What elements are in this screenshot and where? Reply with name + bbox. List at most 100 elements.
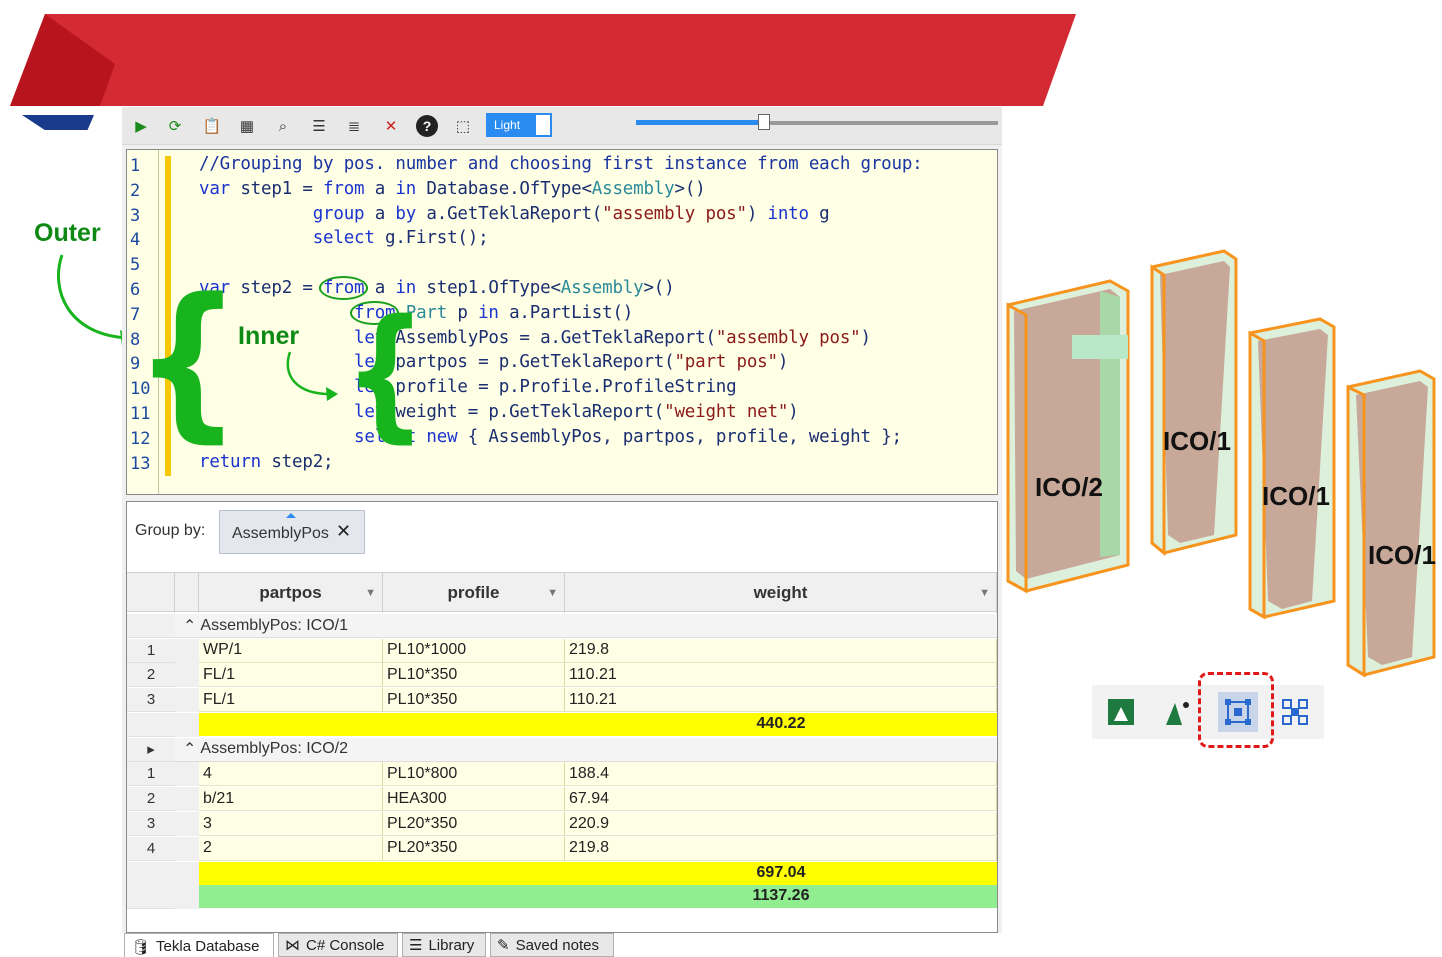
format-icon[interactable]: ≣	[343, 115, 365, 137]
part-view-icon[interactable]	[1104, 695, 1138, 729]
group-by-bar: Group by: AssemblyPos ✕	[127, 502, 997, 570]
code-token: in	[478, 302, 499, 323]
table-cell[interactable]: 4	[199, 762, 383, 787]
table-cell[interactable]: FL/1	[199, 663, 383, 688]
code-line[interactable]: let AssemblyPos = a.GetTeklaReport("asse…	[199, 328, 871, 348]
table-cell[interactable]: 219.8	[565, 638, 997, 663]
table-cell[interactable]: PL10*350	[383, 663, 565, 688]
assembly-ico2[interactable]	[1006, 279, 1130, 594]
theme-toggle-box[interactable]	[536, 113, 552, 137]
run-icon[interactable]: ▶	[130, 115, 152, 137]
indent-icon[interactable]: ☰	[308, 115, 330, 137]
table-cell[interactable]: PL10*350	[383, 688, 565, 713]
table-cell[interactable]: 2	[199, 836, 383, 861]
table-cell[interactable]: 188.4	[565, 762, 997, 787]
code-token: g	[808, 203, 830, 224]
table-row[interactable]: 4 2 PL20*350 219.8	[127, 836, 997, 861]
code-token: var	[199, 178, 231, 199]
filter-icon[interactable]: ▼	[547, 587, 558, 599]
table-cell[interactable]: PL10*800	[383, 762, 565, 787]
code-line[interactable]: //Grouping by pos. number and choosing f…	[199, 154, 923, 174]
table-cell[interactable]: 219.8	[565, 836, 997, 861]
table-cell[interactable]: PL20*350	[383, 812, 565, 836]
table-cell[interactable]: WP/1	[199, 638, 383, 663]
table-icon[interactable]: ▦	[236, 115, 258, 137]
assembly-nodes-icon[interactable]	[1278, 695, 1312, 729]
tab-saved-notes[interactable]: ✎ Saved notes	[490, 933, 614, 957]
table-row[interactable]: 1 WP/1 PL10*1000 219.8	[127, 638, 997, 663]
row-header	[127, 861, 175, 886]
refresh-icon[interactable]: ⟳	[164, 115, 186, 137]
group-row[interactable]: ▸ ⌃ AssemblyPos: ICO/2	[127, 737, 997, 762]
part-point-icon[interactable]	[1160, 695, 1194, 729]
chevron-up-icon[interactable]: ⌃	[183, 739, 196, 759]
table-cell[interactable]: FL/1	[199, 688, 383, 713]
table-cell[interactable]: HEA300	[383, 787, 565, 812]
code-line[interactable]: group a by a.GetTeklaReport("assembly po…	[199, 204, 830, 224]
tab-tekla-database[interactable]: 🛢 Tekla Database	[124, 933, 274, 957]
group-by-chip[interactable]: AssemblyPos ✕	[219, 510, 365, 554]
table-row[interactable]: 2 FL/1 PL10*350 110.21	[127, 663, 997, 688]
assembly-views	[1006, 249, 1436, 678]
find-icon[interactable]: ⌕	[272, 115, 294, 137]
code-line[interactable]: let profile = p.Profile.ProfileString	[199, 377, 737, 397]
assembly-ico1-b[interactable]	[1248, 317, 1336, 620]
code-line[interactable]: select g.First();	[199, 228, 489, 249]
filter-icon[interactable]: ▼	[365, 587, 376, 599]
code-token: from	[323, 178, 365, 199]
tab-library[interactable]: ☰ Library	[402, 933, 486, 957]
assembly-ico1-a[interactable]	[1150, 249, 1238, 557]
code-line[interactable]: let weight = p.GetTeklaReport("weight ne…	[199, 402, 799, 422]
help-icon[interactable]: ?	[416, 115, 438, 137]
code-token: a.PartList()	[498, 302, 634, 323]
group-row[interactable]: ⌃ AssemblyPos: ICO/1	[127, 614, 997, 638]
banner-red-shape	[10, 14, 1076, 106]
tab-csharp-console[interactable]: ⋈ C# Console	[278, 933, 398, 957]
filter-icon[interactable]: ▼	[979, 587, 990, 599]
results-grid: Group by: AssemblyPos ✕ partpos ▼ profile…	[126, 501, 998, 933]
table-cell[interactable]: 220.9	[565, 812, 997, 836]
table-cell[interactable]: 67.94	[565, 787, 997, 812]
assembly-label: ICO/1	[1163, 426, 1231, 456]
zoom-slider-thumb[interactable]	[758, 114, 770, 130]
group-by-label: Group by:	[135, 522, 206, 539]
theme-toggle[interactable]: Light	[486, 113, 536, 137]
group-title[interactable]: ⌃ AssemblyPos: ICO/2	[175, 737, 997, 762]
table-cell[interactable]: 110.21	[565, 688, 997, 713]
table-cell[interactable]: PL20*350	[383, 836, 565, 861]
assembly-ico1-c[interactable]	[1346, 369, 1436, 678]
column-header-partpos[interactable]: partpos ▼	[199, 573, 383, 613]
table-row[interactable]: 3 3 PL20*350 220.9	[127, 812, 997, 836]
code-token: g.First();	[374, 228, 489, 249]
table-row[interactable]: 3 FL/1 PL10*350 110.21	[127, 688, 997, 713]
visual-studio-icon: ⋈	[285, 937, 300, 954]
code-line[interactable]: var step1 = from a in Database.OfType<As…	[199, 179, 706, 199]
column-header-weight[interactable]: weight ▼	[565, 573, 997, 613]
filter-off-icon[interactable]: ✕	[380, 115, 402, 137]
table-row[interactable]: 1 4 PL10*800 188.4	[127, 762, 997, 787]
chevron-up-icon[interactable]: ⌃	[183, 616, 196, 636]
bottom-tab-bar: 🛢 Tekla Database ⋈ C# Console ☰ Library ✎ Sa…	[122, 933, 1002, 957]
toolbar: ▶ ⟳ 📋 ▦ ⌕ ☰ ≣ ✕ ? ⬚ Light	[122, 107, 1002, 145]
table-cell[interactable]: b/21	[199, 787, 383, 812]
code-line[interactable]: select new { AssemblyPos, partpos, profi…	[199, 427, 902, 447]
remove-group-icon[interactable]: ✕	[336, 521, 351, 542]
table-row[interactable]: 2 b/21 HEA300 67.94	[127, 787, 997, 812]
group-title[interactable]: ⌃ AssemblyPos: ICO/1	[175, 614, 997, 638]
clipboard-icon[interactable]: 📋	[201, 115, 223, 137]
selection-highlight	[1198, 672, 1274, 748]
column-header-profile[interactable]: profile ▼	[383, 573, 565, 613]
table-cell[interactable]: 110.21	[565, 663, 997, 688]
code-token: Database.OfType<	[416, 178, 592, 199]
group-title-text: AssemblyPos: ICO/2	[200, 740, 349, 758]
code-token: select	[312, 228, 375, 249]
code-token: AssemblyPos = a.GetTeklaReport(	[385, 327, 716, 348]
code-line[interactable]: var step2 = from a in step1.OfType<Assem…	[199, 276, 675, 300]
table-cell[interactable]: 3	[199, 812, 383, 836]
screen-select-icon[interactable]: ⬚	[452, 115, 474, 137]
outer-brace: {	[133, 262, 242, 458]
code-token: a.GetTeklaReport(	[416, 203, 603, 224]
table-cell[interactable]: PL10*1000	[383, 638, 565, 663]
code-token: group	[312, 203, 365, 224]
